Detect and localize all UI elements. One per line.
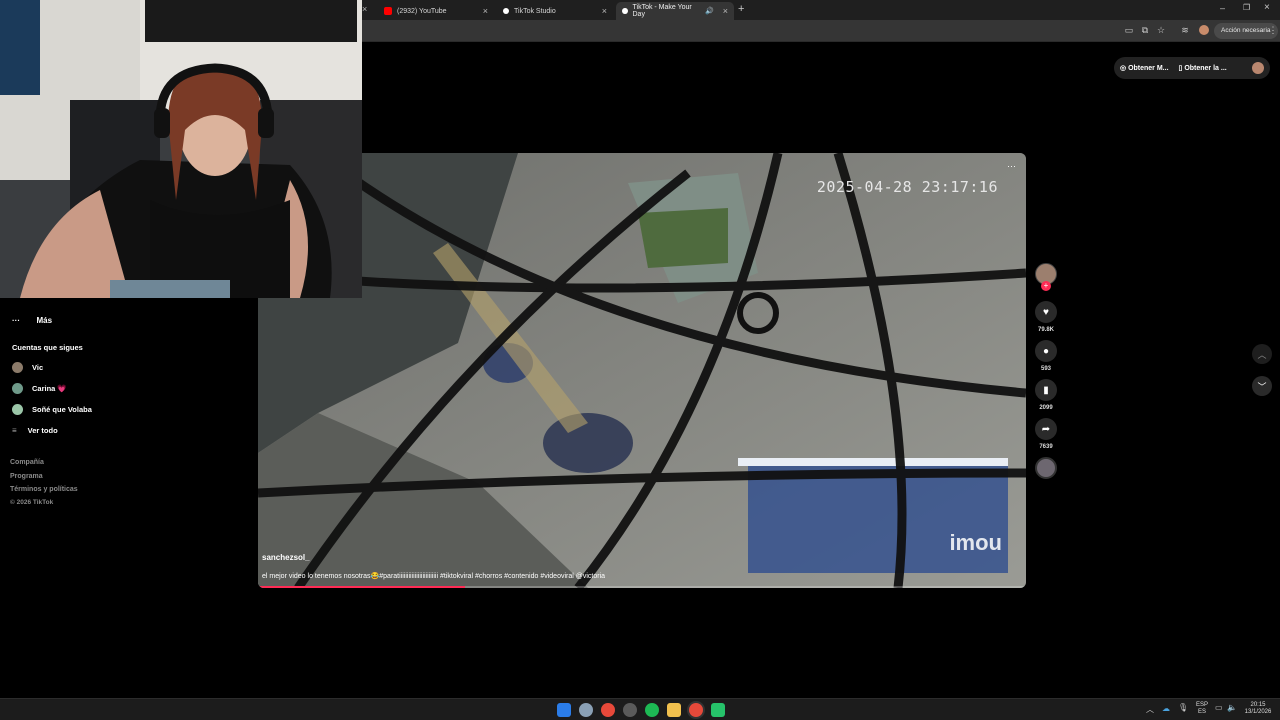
microphone-icon[interactable]: 🎙 <box>1178 703 1188 712</box>
header-actions: ◎ Obtener M... ▯ Obtener la ... <box>1114 57 1270 79</box>
webcam-overlay <box>0 0 362 298</box>
following-item[interactable]: Soñé que Volaba <box>12 404 92 415</box>
share-count: 7639 <box>1039 444 1053 450</box>
sidebar-item-label: Más <box>36 316 53 325</box>
chevron-down-icon: ﹀ <box>1257 381 1267 392</box>
profile-icon[interactable] <box>1197 23 1211 37</box>
following-item[interactable]: Carina 💗 <box>12 383 67 394</box>
copyright: © 2026 TikTok <box>10 499 54 506</box>
tab-tiktok-studio[interactable]: TikTok Studio × <box>497 2 613 20</box>
see-all-link[interactable]: ≡ Ver todo <box>12 426 58 435</box>
video-player[interactable]: 2025-04-28 23:17:16 ··· imou sanchezsol_… <box>258 153 1026 588</box>
webcam-image <box>0 0 362 298</box>
youtube-icon <box>384 7 392 15</box>
video-progress-bar[interactable] <box>258 586 1026 588</box>
tab-tiktok[interactable]: TikTok - Make Your Day 🔊 × <box>616 2 734 20</box>
spotify-icon[interactable] <box>645 703 659 717</box>
video-frame <box>258 153 1026 588</box>
close-icon[interactable]: × <box>602 6 607 16</box>
speaker-icon[interactable]: 🔊 <box>705 7 714 15</box>
save-count: 2099 <box>1039 405 1053 411</box>
list-icon: ≡ <box>12 426 17 435</box>
previous-video-button[interactable]: ︿ <box>1252 344 1272 364</box>
close-icon[interactable]: × <box>483 6 488 16</box>
minimize-icon[interactable]: – <box>1220 3 1225 13</box>
avatar <box>12 383 23 394</box>
video-timestamp: 2025-04-28 23:17:16 <box>816 178 998 196</box>
get-coins-button[interactable]: ◎ Obtener M... <box>1120 64 1169 72</box>
video-author[interactable]: sanchezsol_ <box>262 553 310 562</box>
avatar <box>12 404 23 415</box>
tab-label: (2932) YouTube <box>397 7 447 15</box>
following-item[interactable]: Vic <box>12 362 43 373</box>
tiktok-icon <box>622 8 628 14</box>
tab-youtube[interactable]: (2932) YouTube × <box>378 2 494 20</box>
windows-start-icon[interactable] <box>557 703 571 717</box>
tray-chevron-icon[interactable]: ︿ <box>1146 704 1154 715</box>
language-indicator[interactable]: ESP ES <box>1193 702 1211 716</box>
footer-link[interactable]: Compañía <box>10 459 44 466</box>
following-heading: Cuentas que sigues <box>12 343 83 352</box>
network-icon[interactable]: ▭ <box>1215 703 1223 712</box>
clock[interactable]: 20:15 13/1/2026 <box>1240 702 1276 716</box>
follow-plus-icon[interactable]: + <box>1041 281 1051 291</box>
tiktok-icon <box>503 8 509 14</box>
watermark: imou <box>949 530 1002 555</box>
file-explorer-icon[interactable] <box>667 703 681 717</box>
chrome-active-icon[interactable] <box>689 703 703 717</box>
video-caption: el mejor video lo tenemos nosotras😂#para… <box>262 573 606 580</box>
like-count: 79.8K <box>1037 327 1054 333</box>
heart-icon: ♥ <box>1043 306 1049 318</box>
bookmark-icon: ▮ <box>1043 384 1049 396</box>
tab-label: TikTok - Make Your Day <box>632 4 692 18</box>
bookmark-star-icon[interactable]: ☆ <box>1154 23 1168 37</box>
app-icon[interactable] <box>711 703 725 717</box>
avatar <box>12 362 23 373</box>
sound-disc-icon[interactable] <box>1035 457 1057 479</box>
share-icon: ➦ <box>1041 423 1051 435</box>
footer-link[interactable]: Términos y políticas <box>10 486 78 493</box>
avatar[interactable] <box>1252 62 1264 74</box>
extensions-icon[interactable]: ≋ <box>1178 23 1192 37</box>
get-app-button[interactable]: ▯ Obtener la ... <box>1179 64 1227 72</box>
restore-icon[interactable]: ❐ <box>1243 3 1250 12</box>
like-button[interactable]: ♥ <box>1035 301 1057 323</box>
install-app-icon[interactable]: ▭ <box>1122 23 1136 37</box>
share-button[interactable]: ➦ <box>1035 418 1057 440</box>
comment-count: 593 <box>1040 366 1051 372</box>
more-options-button[interactable]: ··· <box>1007 161 1016 171</box>
sidebar-item-more[interactable]: ··· Más <box>12 310 52 328</box>
obs-icon[interactable] <box>623 703 637 717</box>
video-progress-fill <box>258 586 466 588</box>
onedrive-icon[interactable]: ☁ <box>1162 704 1170 713</box>
close-icon[interactable]: × <box>723 6 728 16</box>
next-video-button[interactable]: ﹀ <box>1252 376 1272 396</box>
footer-link[interactable]: Programa <box>10 473 43 480</box>
new-tab-button[interactable]: + <box>738 3 744 15</box>
volume-icon[interactable]: 🔈 <box>1227 703 1237 712</box>
tab-label: TikTok Studio <box>514 7 556 15</box>
more-icon: ··· <box>12 316 20 325</box>
comment-button[interactable]: ● <box>1035 340 1057 362</box>
chevron-up-icon: ︿ <box>1257 349 1267 360</box>
chrome-icon[interactable] <box>601 703 615 717</box>
windows-taskbar: ︿ ☁ 🎙 ESP ES ▭ 🔈 20:15 13/1/2026 <box>0 698 1280 720</box>
settings-gear-icon[interactable] <box>579 703 593 717</box>
save-button[interactable]: ▮ <box>1035 379 1057 401</box>
menu-kebab-icon[interactable]: ⋮ <box>1266 23 1280 37</box>
comment-icon: ● <box>1042 345 1050 357</box>
translate-icon[interactable]: ⧉ <box>1138 23 1152 37</box>
close-window-icon[interactable]: × <box>1264 2 1270 13</box>
close-icon[interactable]: × <box>362 4 367 14</box>
